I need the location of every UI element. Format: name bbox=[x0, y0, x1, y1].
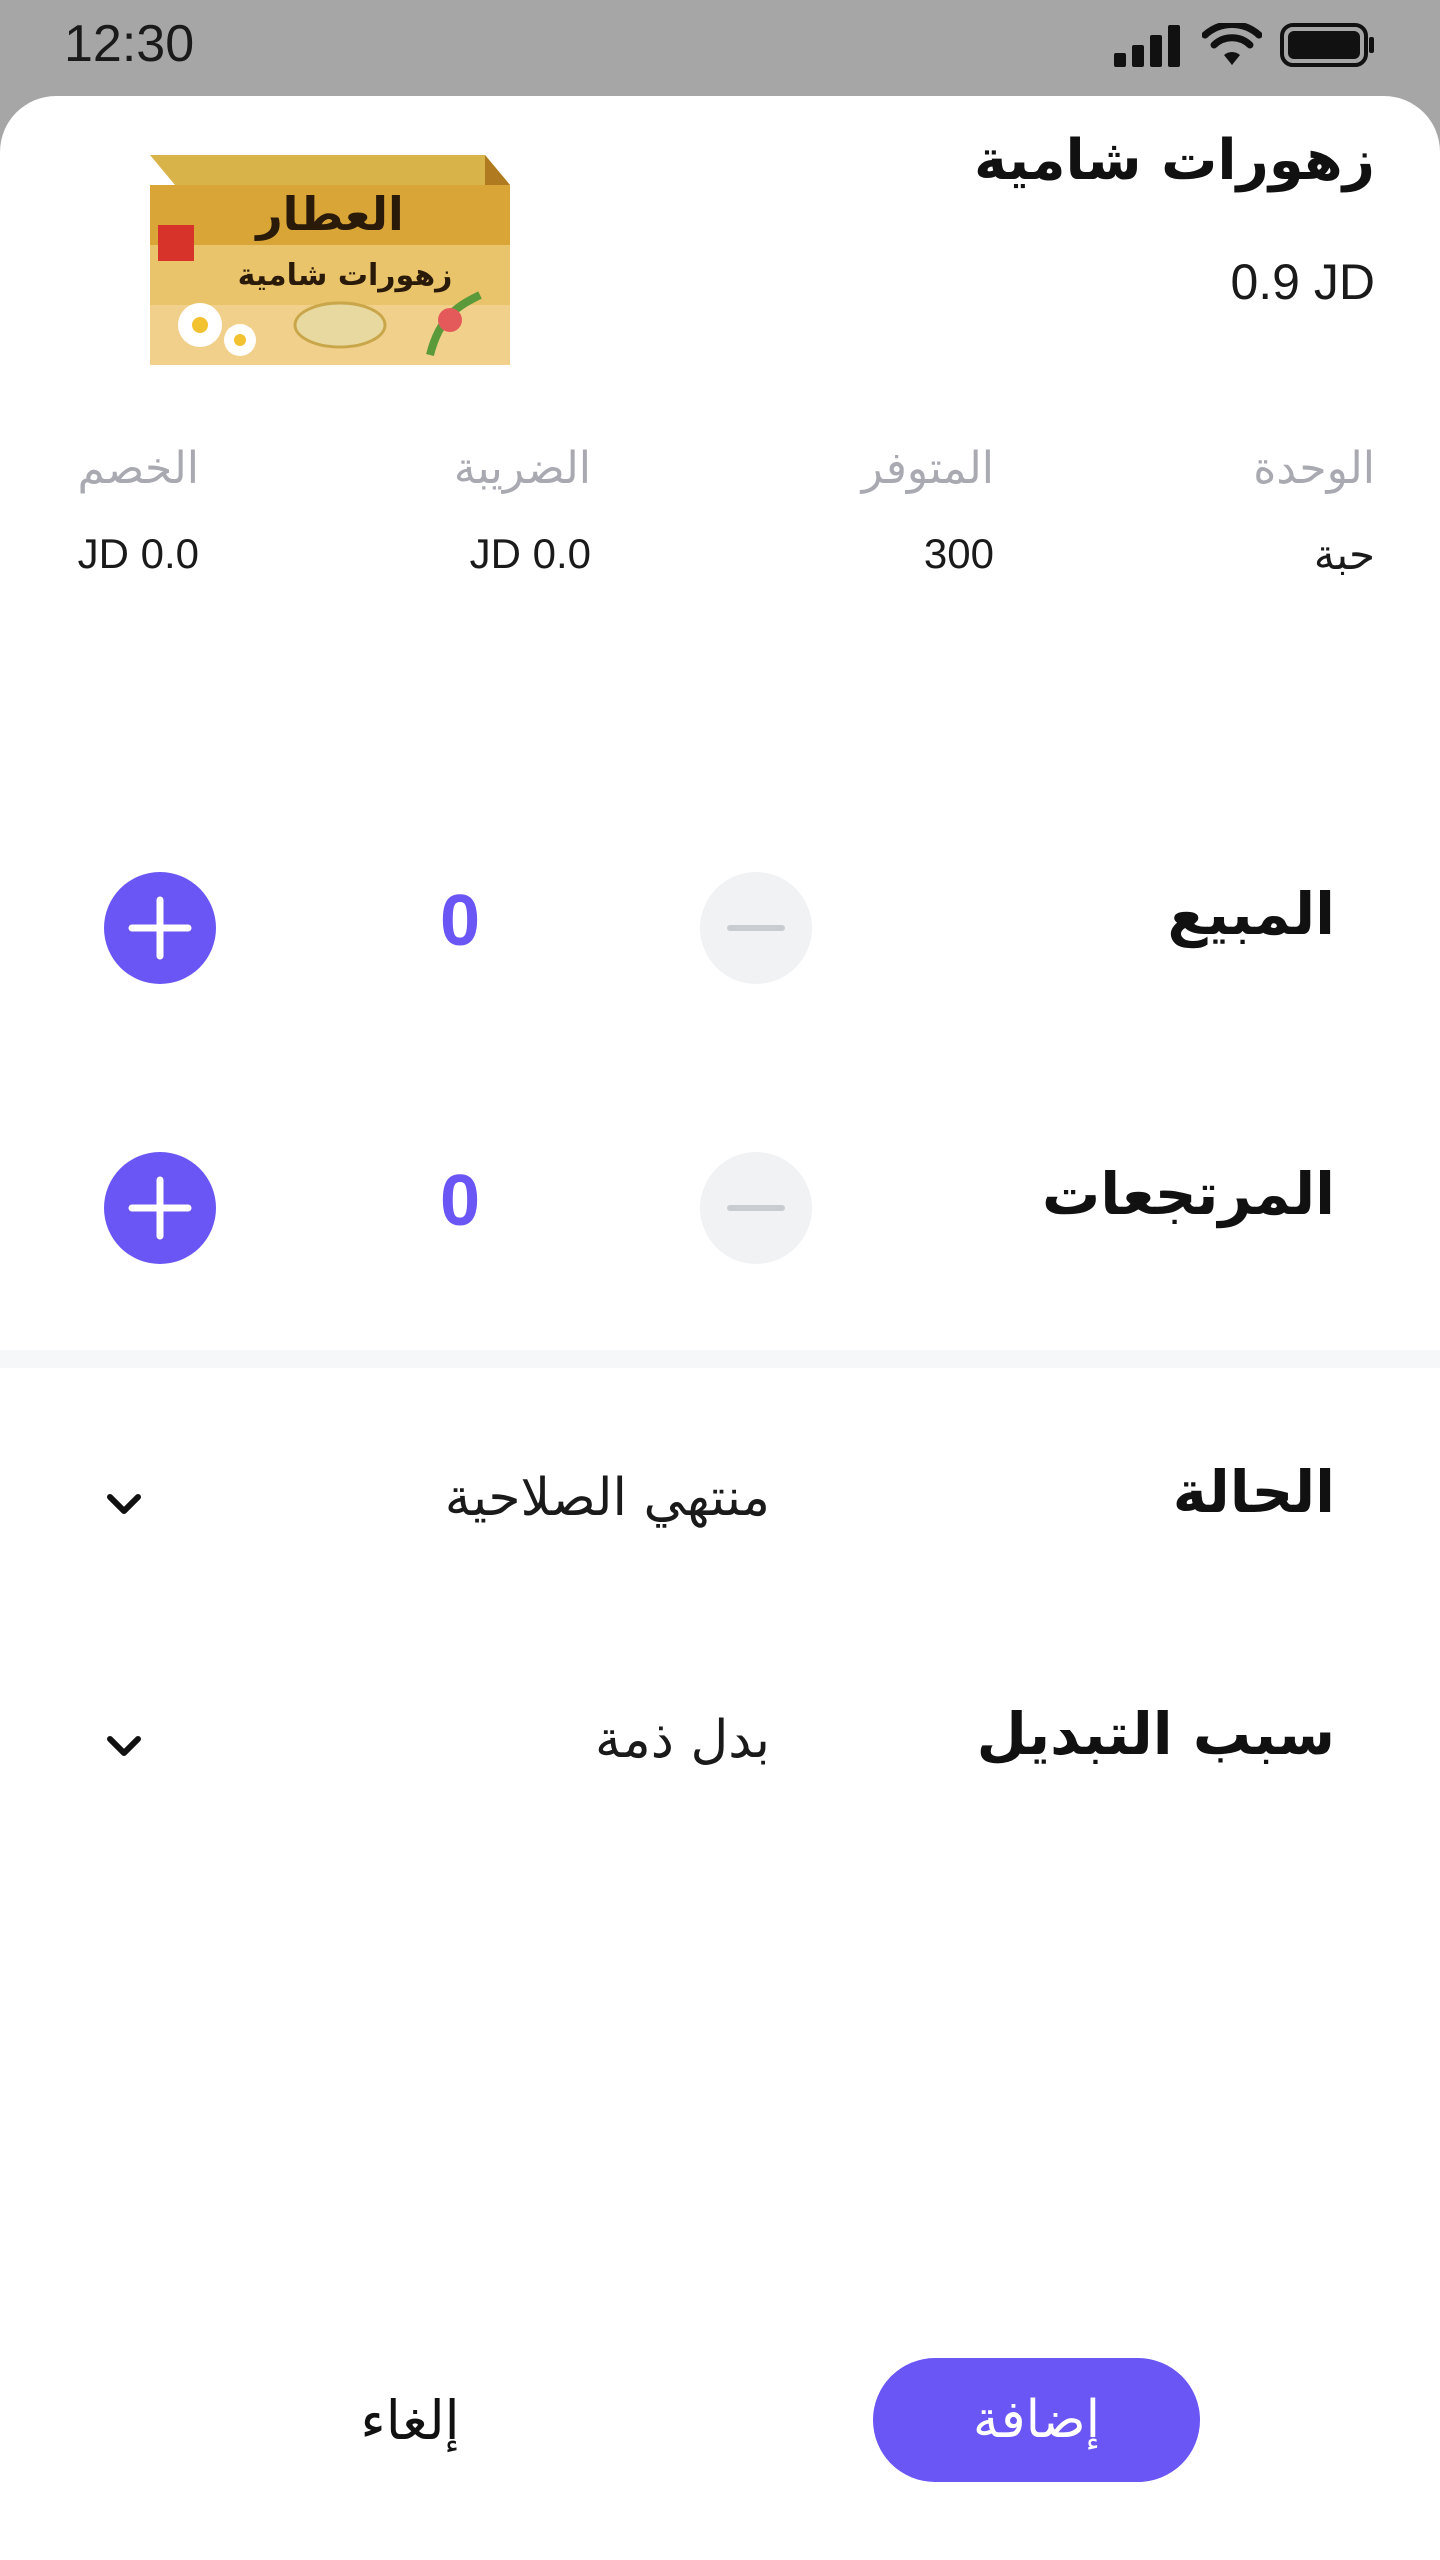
wifi-icon bbox=[1202, 23, 1262, 65]
reason-value: بدل ذمة bbox=[595, 1710, 770, 1770]
unit-label: الوحدة bbox=[1253, 443, 1375, 494]
plus-icon bbox=[128, 1176, 192, 1240]
returns-increment-button[interactable] bbox=[104, 1152, 216, 1264]
cancel-button[interactable]: إلغاء bbox=[300, 2380, 520, 2460]
returns-decrement-button[interactable] bbox=[700, 1152, 812, 1264]
minus-icon bbox=[727, 1205, 785, 1211]
bottom-sheet bbox=[0, 96, 1440, 2560]
returns-label: المرتجعات bbox=[1041, 1160, 1335, 1228]
sales-increment-button[interactable] bbox=[104, 872, 216, 984]
available-label: المتوفر bbox=[861, 443, 994, 494]
discount-value: 0.0 JD bbox=[77, 530, 199, 577]
sales-decrement-button[interactable] bbox=[700, 872, 812, 984]
product-image: العطار زهورات شامية bbox=[150, 155, 510, 365]
tax-label: الضريبة bbox=[453, 443, 591, 494]
plus-icon bbox=[128, 896, 192, 960]
chevron-down-icon[interactable] bbox=[100, 1480, 148, 1528]
status-bar: 12:30 bbox=[0, 0, 1440, 96]
add-button[interactable]: إضافة bbox=[873, 2358, 1200, 2482]
status-icons bbox=[1114, 22, 1376, 68]
unit-value: حبة bbox=[1313, 531, 1375, 578]
status-label: الحالة bbox=[1172, 1458, 1335, 1526]
chevron-down-icon[interactable] bbox=[100, 1722, 148, 1770]
battery-icon bbox=[1280, 23, 1374, 67]
reason-label: سبب التبديل bbox=[976, 1700, 1335, 1768]
status-value: منتهي الصلاحية bbox=[444, 1468, 770, 1528]
product-image-brand: العطار bbox=[254, 187, 404, 241]
product-image-name: زهورات شامية bbox=[238, 258, 453, 293]
sales-label: المبيع bbox=[1167, 880, 1335, 948]
sales-count: 0 bbox=[439, 881, 481, 961]
available-value: 300 bbox=[923, 530, 994, 577]
minus-icon bbox=[727, 925, 785, 931]
product-price: 0.9 JD bbox=[1230, 254, 1375, 310]
returns-count: 0 bbox=[439, 1161, 481, 1241]
signal-icon bbox=[1114, 25, 1180, 67]
product-name: زهورات شامية bbox=[974, 128, 1375, 193]
section-divider bbox=[0, 1350, 1440, 1368]
status-time: 12:30 bbox=[64, 15, 195, 73]
tax-value: 0.0 JD bbox=[469, 530, 591, 577]
discount-label: الخصم bbox=[77, 443, 199, 494]
